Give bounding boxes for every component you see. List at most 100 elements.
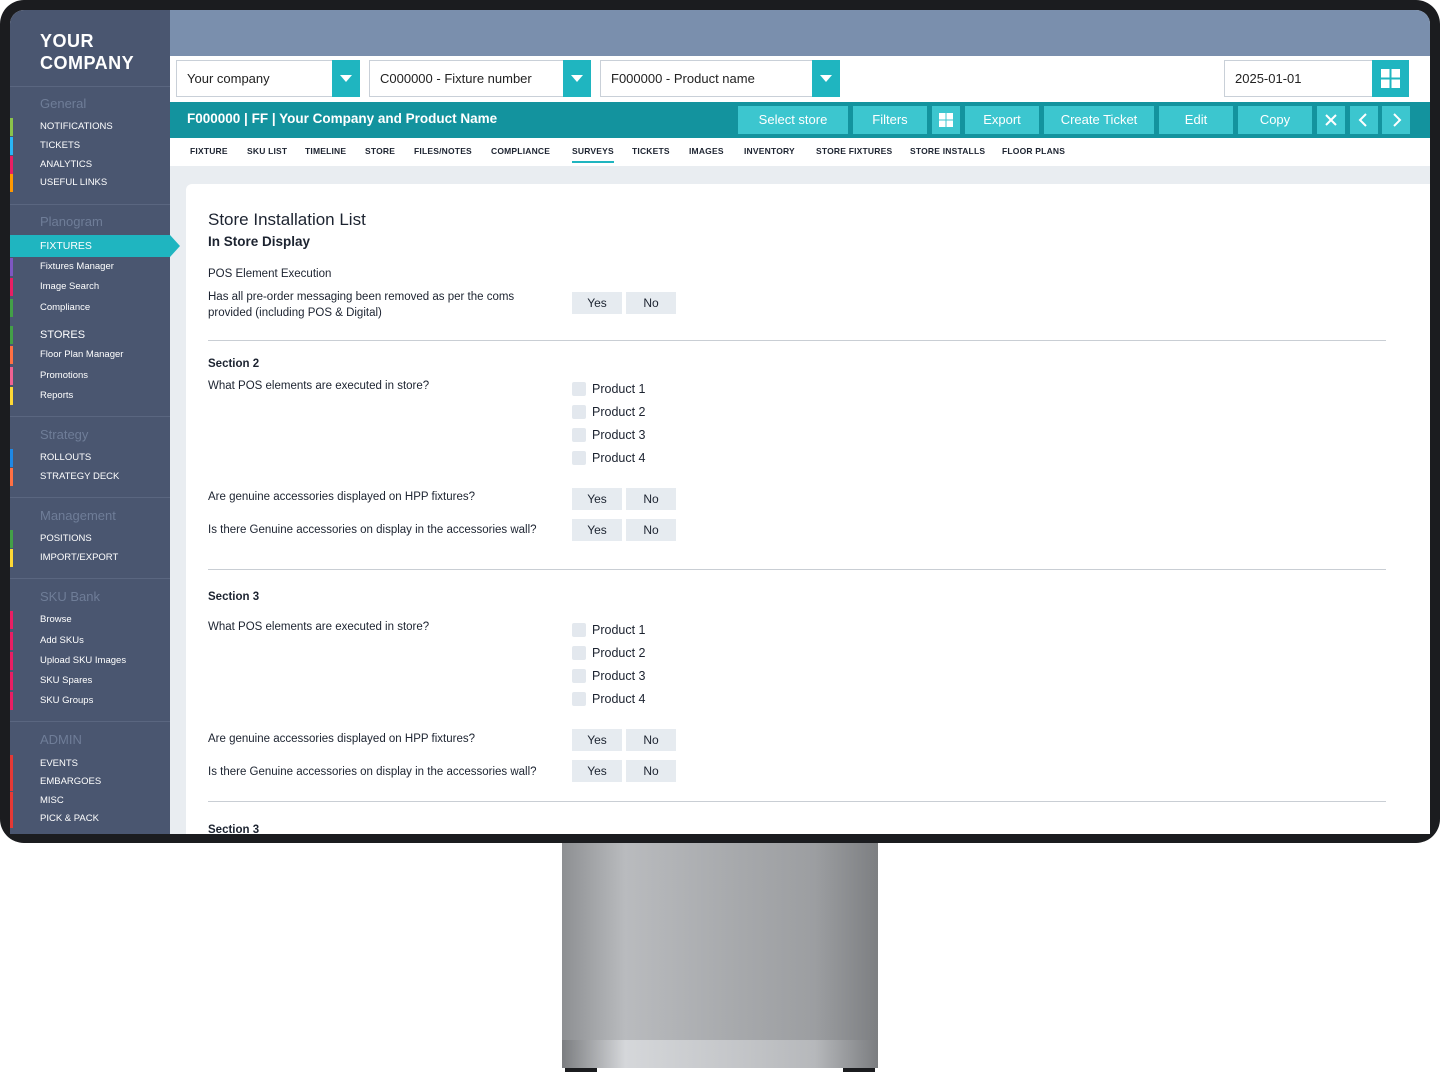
checkbox[interactable] (572, 669, 586, 683)
copy-button[interactable]: Copy (1238, 106, 1312, 134)
group-strategy: Strategy (40, 427, 89, 442)
checkbox[interactable] (572, 451, 586, 465)
sidebar-item-fixtures-manager[interactable]: Fixtures Manager (10, 258, 170, 276)
sidebar-item-import-export[interactable]: IMPORT/EXPORT (10, 549, 170, 567)
close-button[interactable] (1317, 106, 1345, 134)
no-button[interactable]: No (626, 729, 676, 751)
divider (208, 340, 1386, 341)
yes-button[interactable]: Yes (572, 488, 622, 510)
monitor-frame: YOUR COMPANY General NOTIFICATIONS TICKE… (0, 0, 1440, 843)
checkbox[interactable] (572, 646, 586, 660)
sidebar-item-stores[interactable]: STORES (10, 326, 170, 344)
group-sku-bank: SKU Bank (40, 589, 100, 604)
filters-button[interactable]: Filters (853, 106, 927, 134)
sidebar-item-pick-pack[interactable]: PICK & PACK (10, 810, 170, 828)
divider (10, 578, 170, 579)
layout-toggle-button[interactable] (932, 106, 960, 134)
divider (10, 86, 170, 87)
fixture-title: F000000 | FF | Your Company and Product … (187, 111, 498, 126)
sidebar: YOUR COMPANY General NOTIFICATIONS TICKE… (10, 10, 180, 834)
tab-timeline[interactable]: TIMELINE (305, 146, 346, 156)
previous-button[interactable] (1350, 106, 1378, 134)
checkbox[interactable] (572, 405, 586, 419)
tab-images[interactable]: IMAGES (689, 146, 724, 156)
tab-store[interactable]: STORE (365, 146, 395, 156)
sidebar-item-useful-links[interactable]: USEFUL LINKS (10, 174, 170, 192)
divider (208, 569, 1386, 570)
tab-inventory[interactable]: INVENTORY (744, 146, 795, 156)
sidebar-item-rollouts[interactable]: ROLLOUTS (10, 449, 170, 467)
date-field[interactable]: 2025-01-01 (1224, 60, 1409, 97)
section-heading: POS Element Execution (208, 268, 332, 280)
yes-button[interactable]: Yes (572, 729, 622, 751)
company-select[interactable]: Your company (176, 60, 360, 97)
sidebar-item-promotions[interactable]: Promotions (10, 367, 170, 385)
tab-tickets[interactable]: TICKETS (632, 146, 670, 156)
sidebar-item-upload-sku-images[interactable]: Upload SKU Images (10, 652, 170, 670)
sidebar-item-fixtures[interactable]: FIXTURES (10, 235, 180, 257)
page-subtitle: In Store Display (208, 234, 311, 249)
sidebar-item-compliance[interactable]: Compliance (10, 299, 170, 317)
tab-fixture[interactable]: FIXTURE (190, 146, 228, 156)
edit-button[interactable]: Edit (1159, 106, 1233, 134)
fixture-select-value: C000000 - Fixture number (380, 71, 532, 86)
question-label: What POS elements are executed in store? (208, 621, 430, 633)
fixture-select[interactable]: C000000 - Fixture number (369, 60, 591, 97)
sidebar-item-tickets[interactable]: TICKETS (10, 137, 170, 155)
no-button[interactable]: No (626, 760, 676, 782)
next-button[interactable] (1382, 106, 1410, 134)
no-button[interactable]: No (626, 488, 676, 510)
divider (208, 801, 1386, 802)
date-value: 2025-01-01 (1235, 71, 1302, 86)
chevron-down-icon[interactable] (812, 60, 840, 97)
divider (10, 721, 170, 722)
sidebar-item-notifications[interactable]: NOTIFICATIONS (10, 118, 170, 136)
tab-floor-plans[interactable]: FLOOR PLANS (1002, 146, 1065, 156)
export-button[interactable]: Export (965, 106, 1039, 134)
sidebar-item-sku-groups[interactable]: SKU Groups (10, 692, 170, 710)
create-ticket-button[interactable]: Create Ticket (1044, 106, 1154, 134)
checkbox[interactable] (572, 428, 586, 442)
grid-icon (1381, 69, 1400, 88)
checkbox[interactable] (572, 692, 586, 706)
selector-bar: Your company C000000 - Fixture number F0… (170, 56, 1430, 102)
tab-sku-list[interactable]: SKU LIST (247, 146, 287, 156)
grid-view-button[interactable] (1372, 60, 1409, 97)
sidebar-item-analytics[interactable]: ANALYTICS (10, 156, 170, 174)
sidebar-item-reports[interactable]: Reports (10, 387, 170, 405)
tab-store-fixtures[interactable]: STORE FIXTURES (816, 146, 892, 156)
stand-foot (565, 1068, 597, 1072)
sidebar-item-floor-plan-manager[interactable]: Floor Plan Manager (10, 346, 170, 364)
chevron-down-icon[interactable] (563, 60, 591, 97)
question-label: Are genuine accessories displayed on HPP… (208, 733, 475, 745)
question-label: Is there Genuine accessories on display … (208, 766, 537, 778)
tab-files-notes[interactable]: FILES/NOTES (414, 146, 472, 156)
checkbox[interactable] (572, 623, 586, 637)
product-select[interactable]: F000000 - Product name (600, 60, 840, 97)
tab-store-installs[interactable]: STORE INSTALLS (910, 146, 985, 156)
no-button[interactable]: No (626, 519, 676, 541)
sidebar-item-misc[interactable]: MISC (10, 792, 170, 810)
tab-bar: FIXTURE SKU LIST TIMELINE STORE FILES/NO… (170, 138, 1430, 166)
sidebar-item-add-skus[interactable]: Add SKUs (10, 632, 170, 650)
chevron-left-icon (1358, 113, 1367, 127)
yes-button[interactable]: Yes (572, 519, 622, 541)
select-store-button[interactable]: Select store (738, 106, 848, 134)
sidebar-item-sku-spares[interactable]: SKU Spares (10, 672, 170, 690)
tab-surveys[interactable]: SURVEYS (572, 146, 614, 163)
tab-compliance[interactable]: COMPLIANCE (491, 146, 550, 156)
sidebar-item-embargoes[interactable]: EMBARGOES (10, 773, 170, 791)
sidebar-item-image-search[interactable]: Image Search (10, 278, 170, 296)
checkbox[interactable] (572, 382, 586, 396)
chevron-down-icon[interactable] (332, 60, 360, 97)
yes-button[interactable]: Yes (572, 292, 622, 314)
sidebar-item-events[interactable]: EVENTS (10, 755, 170, 773)
sidebar-item-strategy-deck[interactable]: STRATEGY DECK (10, 468, 170, 486)
sidebar-item-browse[interactable]: Browse (10, 611, 170, 629)
yes-button[interactable]: Yes (572, 760, 622, 782)
sidebar-item-positions[interactable]: POSITIONS (10, 530, 170, 548)
section-heading: Section 3 (208, 824, 260, 834)
stand-foot (843, 1068, 875, 1072)
product-select-value: F000000 - Product name (611, 71, 755, 86)
no-button[interactable]: No (626, 292, 676, 314)
